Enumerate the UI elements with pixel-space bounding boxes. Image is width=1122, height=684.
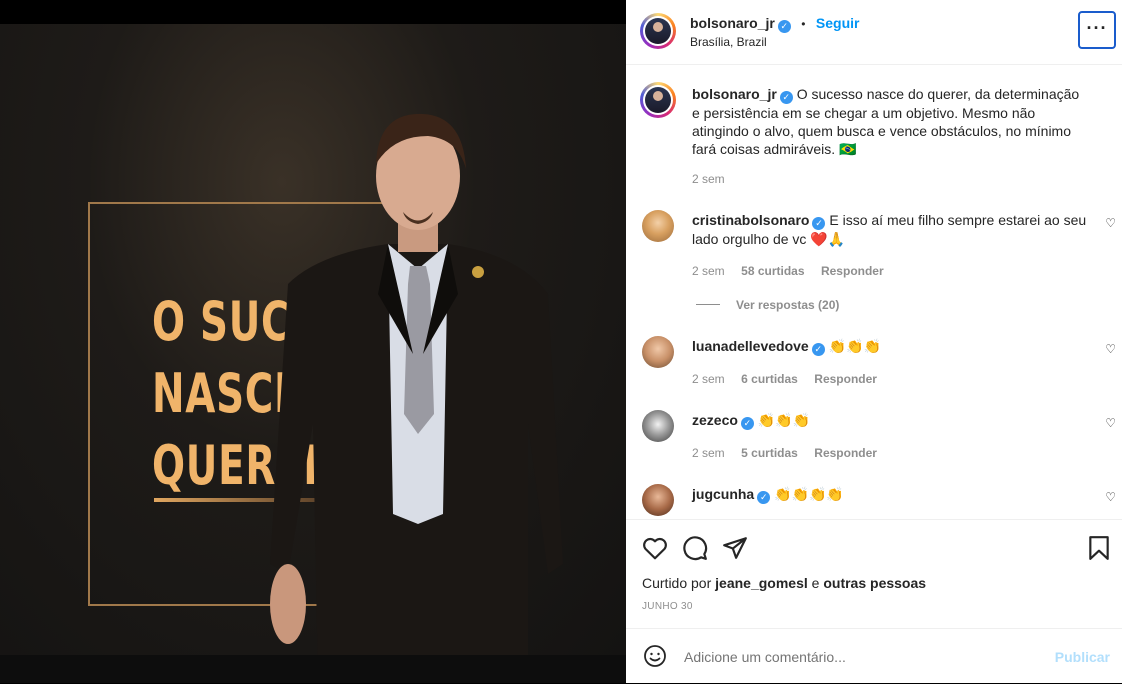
verified-icon: ✓: [779, 91, 793, 104]
verified-icon: ✓: [740, 417, 754, 430]
avatar[interactable]: [642, 484, 674, 516]
avatar[interactable]: [642, 210, 674, 242]
reply-button[interactable]: Responder: [821, 264, 884, 278]
comment-text: 👏👏👏👏: [774, 486, 844, 502]
share-icon[interactable]: [722, 535, 748, 561]
comment-icon[interactable]: [682, 535, 708, 561]
comment-username[interactable]: zezeco: [692, 412, 738, 428]
reply-button[interactable]: Responder: [814, 372, 877, 386]
liked-by-conj: e: [811, 575, 820, 591]
person-figure: [270, 113, 563, 655]
reply-button[interactable]: Responder: [814, 446, 877, 460]
follow-button[interactable]: Seguir: [816, 15, 860, 31]
header-username[interactable]: bolsonaro_jr: [690, 15, 775, 31]
comment-likes[interactable]: 5 curtidas: [741, 446, 798, 460]
view-replies-label[interactable]: Ver respostas (20): [736, 298, 839, 312]
publish-button[interactable]: Publicar: [1055, 649, 1110, 665]
add-comment-bar: Publicar: [626, 628, 1122, 684]
divider-line: [696, 304, 720, 306]
verified-icon: ✓: [811, 343, 825, 356]
avatar[interactable]: [642, 336, 674, 368]
view-replies[interactable]: Ver respostas (20): [696, 296, 1087, 314]
heart-icon[interactable]: ♡: [1105, 490, 1116, 504]
post-date[interactable]: JUNHO 30: [642, 601, 693, 612]
heart-icon[interactable]: ♡: [1105, 416, 1116, 430]
location-link[interactable]: Brasília, Brazil: [690, 35, 767, 49]
liked-by: Curtido por jeane_gomesl e outras pessoa…: [642, 575, 926, 591]
liked-by-prefix: Curtido por: [642, 575, 712, 591]
post-image[interactable]: O SUCESSO NASCE DO QUERER.: [0, 24, 626, 655]
liked-by-user[interactable]: jeane_gomesl: [715, 575, 808, 591]
caption-username[interactable]: bolsonaro_jr: [692, 86, 777, 102]
verified-icon: ✓: [757, 491, 771, 504]
avatar[interactable]: [640, 82, 676, 118]
comments-scroll-area[interactable]: bolsonaro_jr ✓ O sucesso nasce do querer,…: [626, 65, 1122, 519]
verified-icon: ✓: [812, 217, 826, 230]
comment-text: 👏👏👏: [757, 412, 811, 428]
heart-icon[interactable]: ♡: [1105, 342, 1116, 356]
comment-likes[interactable]: 58 curtidas: [741, 264, 804, 278]
top-black-strip: [0, 0, 626, 24]
liked-by-others[interactable]: outras pessoas: [823, 575, 926, 591]
comment-username[interactable]: luanadellevedove: [692, 338, 809, 354]
like-heart-icon[interactable]: [642, 536, 668, 560]
avatar[interactable]: [640, 13, 676, 49]
bottom-strip: [0, 655, 626, 683]
comment-username[interactable]: jugcunha: [692, 486, 754, 502]
verified-icon: ✓: [777, 20, 791, 33]
post-actions: Curtido por jeane_gomesl e outras pessoa…: [626, 519, 1122, 630]
comment-input[interactable]: [682, 646, 1036, 668]
post-header: bolsonaro_jr ✓ • Seguir Brasília, Brazil …: [626, 0, 1122, 65]
comment-username[interactable]: cristinabolsonaro: [692, 212, 809, 228]
emoji-icon[interactable]: [643, 644, 667, 668]
comment-likes[interactable]: 6 curtidas: [741, 372, 798, 386]
separator-dot: •: [801, 17, 806, 31]
comment-time: 2 sem: [692, 372, 725, 386]
caption-time: 2 sem: [692, 172, 725, 186]
avatar[interactable]: [642, 410, 674, 442]
heart-icon[interactable]: ♡: [1105, 216, 1116, 230]
comment-time: 2 sem: [692, 446, 725, 460]
more-options-button[interactable]: ···: [1078, 11, 1116, 49]
post-side-panel: bolsonaro_jr ✓ • Seguir Brasília, Brazil …: [626, 0, 1122, 683]
comment-time: 2 sem: [692, 264, 725, 278]
bookmark-icon[interactable]: [1088, 535, 1110, 561]
comment-text: 👏👏👏: [828, 338, 881, 354]
